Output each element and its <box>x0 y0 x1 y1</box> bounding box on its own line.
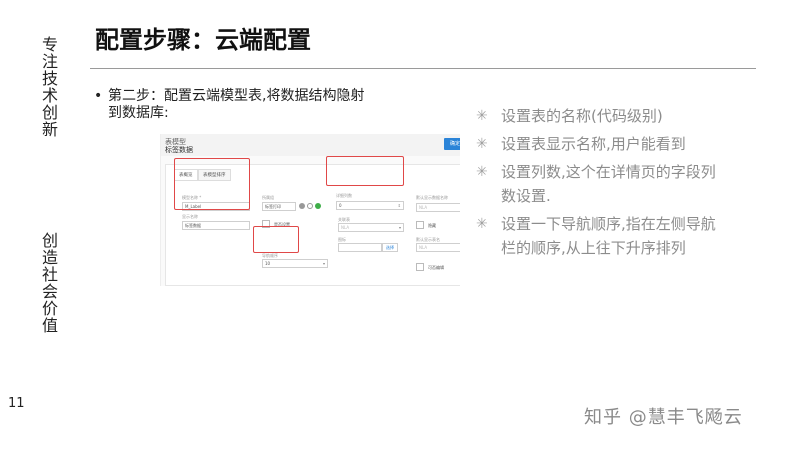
icon-field-input[interactable] <box>338 243 382 252</box>
side-slogan-top: 专注技术创新 <box>39 36 58 138</box>
asterisk-icon: ✳ <box>476 108 488 124</box>
asterisk-icon: ✳ <box>476 164 488 180</box>
default-data-name-input[interactable]: NLA <box>416 203 460 212</box>
note-item: ✳ 设置列数,这个在详情页的字段列数设置. <box>476 160 716 208</box>
choose-icon-button[interactable]: 选择 <box>382 243 398 252</box>
editable-checkbox[interactable] <box>416 263 424 271</box>
nav-order-input[interactable]: 10 ▾ <box>262 259 328 268</box>
embedded-screenshot: 表模型 标签数据 确定 表概览 表模型排序 模型名称 * M_Label 显示名… <box>160 134 460 286</box>
note-item: ✳ 设置表的名称(代码级别) <box>476 104 716 128</box>
add-icon[interactable] <box>315 203 321 209</box>
confirm-button[interactable]: 确定 <box>444 138 460 150</box>
edit-icon[interactable] <box>307 203 313 209</box>
group-label: 所属组 <box>262 195 274 200</box>
chevron-down-icon: ▾ <box>398 225 401 230</box>
default-table-name-input[interactable]: NLA <box>416 243 460 252</box>
hide-checkbox-label: 隐藏 <box>428 223 436 228</box>
asterisk-icon: ✳ <box>476 136 488 152</box>
stepper-icon[interactable]: ⇕ <box>398 202 401 209</box>
side-slogan-bottom: 创造社会价值 <box>39 232 58 334</box>
embedded-title: 标签数据 <box>165 146 193 154</box>
note-text: 设置列数,这个在详情页的字段列数设置. <box>501 163 716 205</box>
related-table-select[interactable]: NLA ▾ <box>338 223 404 232</box>
clear-icon[interactable] <box>299 203 305 209</box>
default-data-name-label: 默认显示数据名称 <box>416 195 448 200</box>
column-count-label: 详细列数 <box>336 193 352 198</box>
note-item: ✳ 设置一下导航顺序,指在左侧导航栏的顺序,从上往下升序排列 <box>476 212 716 260</box>
note-text: 设置表显示名称,用户能看到 <box>501 135 686 153</box>
step-description: 第二步：配置云端模型表,将数据结构隐射到数据库: <box>108 88 365 121</box>
display-name-label: 显示名称 <box>182 214 198 219</box>
highlight-column-count <box>326 156 404 186</box>
chevron-down-icon: ▾ <box>322 261 325 266</box>
notes-list: ✳ 设置表的名称(代码级别) ✳ 设置表显示名称,用户能看到 ✳ 设置列数,这个在详情… <box>476 104 716 264</box>
watermark: 知乎 @慧丰飞飏云 <box>584 407 743 428</box>
group-select[interactable]: 标签打印 <box>262 202 296 211</box>
highlight-nav-order <box>253 226 299 253</box>
page-number: 11 <box>8 396 25 411</box>
editable-checkbox-label: 可否编辑 <box>428 265 444 270</box>
asterisk-icon: ✳ <box>476 216 488 232</box>
hide-checkbox[interactable] <box>416 221 424 229</box>
note-item: ✳ 设置表显示名称,用户能看到 <box>476 132 716 156</box>
note-text: 设置表的名称(代码级别) <box>501 107 663 125</box>
display-name-input[interactable]: 标签数据 <box>182 221 250 230</box>
title-divider <box>90 68 756 69</box>
column-count-input[interactable]: 0 ⇕ <box>336 201 404 210</box>
embedded-header: 表模型 标签数据 确定 <box>161 134 460 156</box>
note-text: 设置一下导航顺序,指在左侧导航栏的顺序,从上往下升序排列 <box>501 215 716 257</box>
bullet-icon: • <box>94 88 103 104</box>
highlight-table-name <box>174 158 250 210</box>
page-title: 配置步骤：云端配置 <box>95 26 311 54</box>
